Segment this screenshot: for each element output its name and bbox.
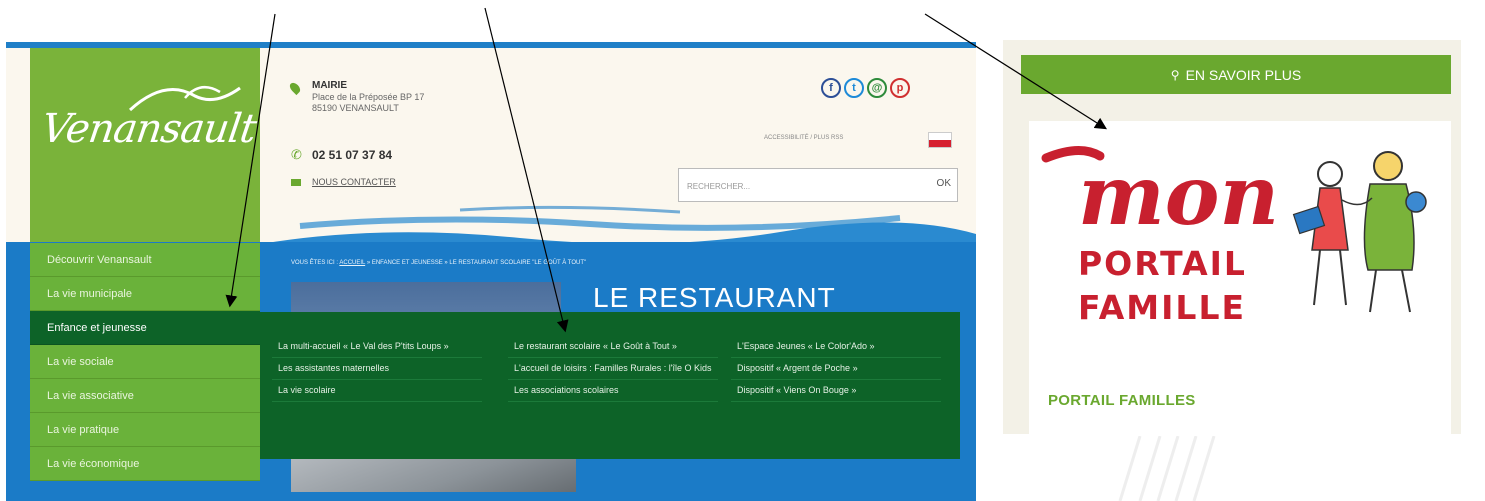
breadcrumb-prefix: VOUS ÊTES ICI :: [291, 260, 339, 266]
envelope-icon: [291, 179, 301, 186]
nav-item-decouvrir[interactable]: Découvrir Venansault: [30, 243, 260, 277]
logo-text: Venansault: [38, 106, 259, 152]
breadcrumb-path: » ENFANCE ET JEUNESSE » LE RESTAURANT SC…: [366, 260, 587, 266]
phone-icon: ✆: [291, 147, 302, 162]
famille-word: FAMILLE: [1078, 288, 1247, 327]
phone-number: 02 51 07 37 84: [312, 148, 393, 162]
dropdown-item[interactable]: La vie scolaire: [272, 380, 482, 402]
contact-link[interactable]: NOUS CONTACTER: [312, 177, 396, 187]
search-icon: ⚲: [1170, 67, 1180, 82]
portail-word: PORTAIL: [1078, 244, 1247, 283]
family-illustration: [1292, 151, 1427, 313]
breadcrumb-home-link[interactable]: ACCUEIL: [339, 260, 365, 266]
website-screenshot: Venansault MAIRIE Place de la Préposée B…: [6, 42, 976, 501]
en-savoir-plus-button[interactable]: ⚲ EN SAVOIR PLUS: [1021, 55, 1451, 94]
en-savoir-plus-label: EN SAVOIR PLUS: [1185, 66, 1302, 83]
location-pin-icon: [287, 80, 303, 96]
dropdown-column-3: L'Espace Jeunes « Le Color'Ado » Disposi…: [731, 336, 941, 402]
dropdown-item[interactable]: Les assistantes maternelles: [272, 358, 482, 380]
language-flag-icon[interactable]: [928, 132, 952, 148]
main-nav: Découvrir Venansault La vie municipale E…: [30, 243, 260, 481]
mon-word: mon: [1078, 148, 1279, 233]
nav-item-vie-municipale[interactable]: La vie municipale: [30, 277, 260, 311]
mairie-title: MAIRIE: [312, 80, 347, 91]
search-input[interactable]: [685, 177, 889, 195]
breadcrumb: VOUS ÊTES ICI : ACCUEIL » ENFANCE ET JEU…: [291, 260, 586, 266]
nav-item-vie-economique[interactable]: La vie économique: [30, 447, 260, 481]
nav-item-enfance-jeunesse[interactable]: Enfance et jeunesse: [30, 311, 260, 345]
logo-panel[interactable]: Venansault: [30, 48, 260, 243]
nav-item-vie-associative[interactable]: La vie associative: [30, 379, 260, 413]
nav-dropdown-menu: La multi-accueil « Le Val des P'tits Lou…: [260, 312, 960, 459]
nav-item-vie-sociale[interactable]: La vie sociale: [30, 345, 260, 379]
portail-familles-link[interactable]: PORTAIL FAMILLES: [1048, 392, 1196, 409]
dropdown-item[interactable]: L'Espace Jeunes « Le Color'Ado »: [731, 336, 941, 358]
dropdown-item[interactable]: Dispositif « Argent de Poche »: [731, 358, 941, 380]
facebook-icon[interactable]: f: [821, 78, 841, 98]
accessibility-link[interactable]: ACCESSIBILITÉ / PLUS RSS: [764, 135, 843, 141]
dropdown-column-1: La multi-accueil « Le Val des P'tits Lou…: [272, 336, 482, 402]
twitter-icon[interactable]: t: [844, 78, 864, 98]
dropdown-column-2: Le restaurant scolaire « Le Goût à Tout …: [508, 336, 718, 402]
dropdown-item[interactable]: Dispositif « Viens On Bouge »: [731, 380, 941, 402]
search-box: OK: [678, 168, 958, 202]
dropdown-item[interactable]: Le restaurant scolaire « Le Goût à Tout …: [508, 336, 718, 358]
mail-icon[interactable]: @: [867, 78, 887, 98]
pinterest-icon[interactable]: p: [890, 78, 910, 98]
dropdown-item[interactable]: La multi-accueil « Le Val des P'tits Lou…: [272, 336, 482, 358]
dropdown-item[interactable]: Les associations scolaires: [508, 380, 718, 402]
dropdown-item[interactable]: L'accueil de loisirs : Familles Rurales …: [508, 358, 718, 380]
page-title: LE RESTAURANT: [593, 282, 836, 313]
nav-item-vie-pratique[interactable]: La vie pratique: [30, 413, 260, 447]
address-line2: 85190 VENANSAULT: [312, 103, 399, 113]
search-ok-button[interactable]: OK: [937, 178, 951, 189]
address-line1: Place de la Préposée BP 17: [312, 92, 425, 102]
mon-logo-lettering: mon: [1041, 146, 1279, 233]
faint-decoration: [1118, 436, 1216, 501]
